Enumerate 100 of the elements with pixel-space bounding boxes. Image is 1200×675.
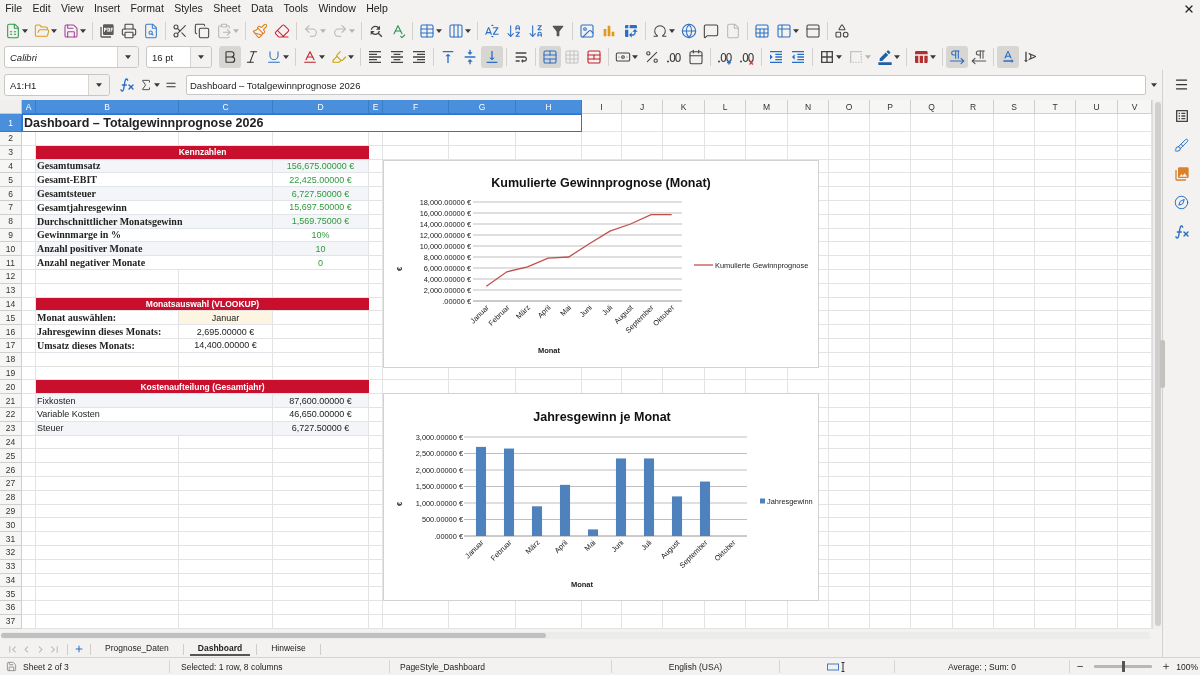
spreadsheet-file-icon [5, 22, 21, 39]
horizontal-scrollbar[interactable] [1, 631, 1150, 639]
caret-icon [894, 55, 900, 59]
row-header[interactable]: 30 [0, 518, 22, 533]
bar [587, 529, 599, 536]
bold-button[interactable] [219, 46, 241, 68]
text-direction-icon [1000, 49, 1016, 65]
name-box-field[interactable]: A1:H1 [4, 74, 110, 96]
row-header[interactable]: 35 [0, 587, 22, 602]
menu-item[interactable]: Sheet [207, 1, 246, 16]
column-header[interactable]: O [829, 100, 870, 114]
sort-descending-icon [528, 22, 544, 39]
borders-icon [819, 49, 835, 65]
column-header[interactable]: Q [911, 100, 953, 114]
caret-icon [465, 28, 471, 33]
sort-ascending-icon [506, 22, 522, 39]
menu-item[interactable]: Data [245, 1, 279, 16]
row-header[interactable]: 36 [0, 601, 22, 615]
percent-icon [644, 49, 660, 65]
picture-gallery-icon [1173, 166, 1190, 182]
menu-item[interactable]: Styles [169, 1, 208, 16]
row-header[interactable]: 10 [0, 242, 22, 257]
menu-item[interactable]: Help [361, 1, 393, 16]
caret-icon [836, 55, 842, 59]
sidebar-handle[interactable] [1160, 340, 1165, 388]
row-header[interactable]: 2 [0, 132, 22, 146]
lookup-label-cell: Jahresgewinn dieses Monats: [36, 325, 179, 339]
bold-icon [222, 49, 238, 65]
dropdown-button[interactable] [190, 47, 211, 67]
column-header[interactable]: J [622, 100, 663, 114]
italic-icon [244, 49, 260, 65]
paintbrush-icon [252, 22, 268, 39]
sheet-tab[interactable]: Prognose_Daten [97, 642, 177, 656]
formula-input[interactable]: Dashboard – Totalgewinnprognose 2026 [186, 75, 1146, 95]
month-input-cell[interactable]: Januar [179, 311, 273, 326]
scissors-icon [172, 22, 188, 39]
row-header[interactable]: 11 [0, 256, 22, 270]
font-name-field[interactable]: Calibri [4, 46, 139, 68]
horizontal-text-button[interactable] [997, 46, 1019, 68]
bar [699, 481, 711, 536]
cost-value-cell: 87,600.00000 € [273, 394, 369, 408]
bar [531, 506, 543, 536]
metric-value-cell: 10 [273, 242, 369, 257]
slider-thumb[interactable] [1122, 661, 1126, 672]
plus-icon[interactable] [74, 644, 84, 654]
function-icon [119, 77, 135, 93]
menu-item[interactable]: Format [125, 1, 169, 16]
row-header[interactable]: 26 [0, 463, 22, 477]
sheet-tab[interactable]: Dashboard [189, 642, 251, 656]
cost-label-cell: Fixkosten [36, 394, 273, 408]
table-rows-icon [419, 22, 435, 39]
merge-center-button[interactable] [539, 46, 561, 68]
zoom-percent: 100% [1176, 661, 1198, 672]
menu-item[interactable]: File [0, 1, 28, 16]
grid-icon [564, 49, 580, 65]
dropdown-button[interactable] [117, 47, 138, 67]
column-header[interactable]: M [746, 100, 788, 114]
split-cells-icon [586, 49, 602, 65]
column-header[interactable]: L [705, 100, 746, 114]
language-label: English (USA) [668, 661, 723, 672]
column-header[interactable]: K [663, 100, 705, 114]
column-header[interactable]: U [1076, 100, 1118, 114]
title-cell: Dashboard – Totalgewinnprognose 2026 [22, 114, 582, 132]
column-header[interactable]: V [1118, 100, 1152, 114]
font-size-field[interactable]: 16 pt [146, 46, 212, 68]
menu-item[interactable]: Edit [27, 1, 56, 16]
left-to-right-button[interactable] [946, 46, 968, 68]
row-header[interactable]: 25 [0, 449, 22, 464]
section-header: Kostenaufteilung (Gesamtjahr) [36, 380, 369, 395]
align-bottom-button[interactable] [481, 46, 503, 68]
rectangle-text-cursor-icon[interactable] [827, 661, 847, 672]
row-header[interactable]: 15 [0, 311, 22, 326]
column-header[interactable]: T [1035, 100, 1076, 114]
column-header[interactable]: I [582, 100, 622, 114]
menu-item[interactable]: View [55, 1, 89, 16]
row-header[interactable]: 31 [0, 532, 22, 546]
row-header[interactable]: 6 [0, 187, 22, 201]
menu-item[interactable]: Window [313, 1, 361, 16]
menu-item[interactable]: Insert [88, 1, 126, 16]
row-header[interactable]: 20 [0, 380, 22, 395]
row-header[interactable]: 16 [0, 325, 22, 339]
scrollbar-thumb[interactable] [1, 632, 546, 638]
column-header[interactable]: N [788, 100, 829, 114]
zoom-in-icon[interactable] [1162, 662, 1171, 671]
row-header[interactable]: 21 [0, 394, 22, 408]
underline-icon [266, 49, 282, 65]
align-top-icon [440, 49, 456, 65]
column-header[interactable]: P [870, 100, 911, 114]
row-header[interactable]: 5 [0, 173, 22, 188]
compass-icon [1174, 194, 1189, 210]
column-header[interactable]: S [994, 100, 1035, 114]
dropdown-button[interactable] [88, 75, 109, 95]
table-columns-icon [448, 22, 464, 39]
calendar-icon [688, 49, 704, 65]
pilcrow-left-icon [971, 49, 987, 65]
sigma-icon [139, 78, 153, 92]
sheet-tab[interactable]: Hinweise [263, 642, 314, 656]
menu-item[interactable]: Tools [278, 1, 314, 16]
column-header[interactable]: R [953, 100, 994, 114]
window-panel-icon [805, 22, 821, 39]
